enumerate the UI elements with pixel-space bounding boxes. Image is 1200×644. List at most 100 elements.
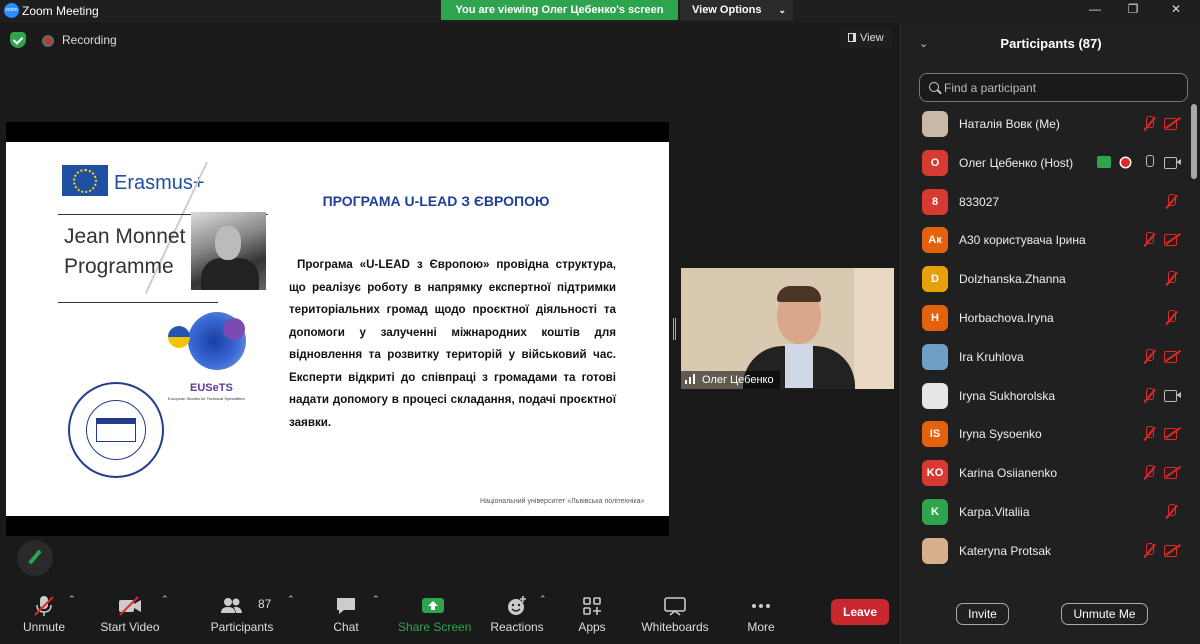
chat-icon (337, 598, 355, 614)
video-camera-icon (1164, 156, 1181, 169)
slide-title: ПРОГРАМА U-LEAD З ЄВРОПОЮ (322, 193, 550, 209)
search-icon (929, 82, 939, 92)
university-seal (68, 382, 164, 478)
participant-list-scrollbar[interactable] (1191, 104, 1197, 179)
mic-muted-icon (1142, 116, 1156, 131)
participant-avatar: KO (922, 460, 948, 487)
video-camera-off-icon (1164, 466, 1181, 480)
whiteboards-button[interactable]: Whiteboards (638, 588, 712, 644)
mic-muted-icon (1142, 465, 1156, 480)
participant-row[interactable]: D Dolzhanska.Zhanna (901, 259, 1191, 298)
start-video-button[interactable]: Start Video (96, 588, 164, 644)
participants-panel: ⌄ Participants (87) Наталія Вовк (Me)ООл… (900, 22, 1200, 644)
participant-avatar (922, 343, 948, 370)
participant-row[interactable]: IS Iryna Sysoenko (901, 414, 1191, 453)
participant-row[interactable]: Наталія Вовк (Me) (901, 104, 1191, 143)
participants-label: Participants (210, 620, 274, 634)
view-label: View (860, 32, 884, 44)
screen-share-icon (1097, 155, 1111, 168)
participant-row[interactable]: 8 833027 (901, 182, 1191, 221)
jean-monnet-portrait (191, 212, 266, 290)
share-screen-button[interactable]: Share Screen (398, 588, 472, 644)
video-camera-icon (1164, 389, 1181, 402)
view-button[interactable]: View (840, 28, 892, 48)
share-screen-label: Share Screen (398, 620, 472, 634)
view-options-label: View Options (692, 4, 762, 16)
participant-avatar: D (922, 266, 948, 293)
participant-row[interactable]: Kateryna Protsak (901, 531, 1191, 570)
annotate-pencil-icon[interactable] (17, 540, 53, 576)
participant-row[interactable]: О Олег Цебенко (Host) (901, 143, 1191, 182)
participant-name: Horbachova.Iryna (959, 311, 1054, 325)
zoom-logo-icon: zoom (4, 3, 19, 18)
participants-count: 87 (258, 597, 272, 611)
reactions-smiley-icon (508, 596, 526, 615)
chat-button[interactable]: Chat (326, 588, 366, 644)
speaker-video-tile[interactable]: Олег Цебенко (681, 268, 894, 389)
chat-label: Chat (333, 620, 359, 634)
apps-button[interactable]: Apps (570, 588, 614, 644)
unmute-label: Unmute (22, 620, 66, 634)
participants-button[interactable]: 87 Participants (206, 588, 278, 644)
recording-icon (42, 35, 54, 47)
reactions-caret-icon[interactable]: ⌃ (539, 594, 547, 605)
unmute-button[interactable]: Unmute (14, 588, 74, 644)
participant-name: Олег Цебенко (Host) (959, 155, 1074, 170)
participant-avatar (922, 382, 948, 409)
participant-name: Наталія Вовк (Me) (959, 117, 1060, 131)
slide-body: Програма «U-LEAD з Європою» провідна стр… (289, 258, 616, 429)
participant-name: Iryna Sysoenko (959, 427, 1042, 442)
invite-button[interactable]: Invite (956, 603, 1009, 625)
euset-logo-text: EUSeTS (190, 382, 233, 394)
video-name: Олег Цебенко (702, 374, 774, 386)
mic-muted-icon (34, 596, 54, 616)
participant-search-input[interactable] (944, 79, 1174, 96)
mic-muted-icon (1142, 387, 1156, 403)
video-camera-off-icon (1164, 117, 1181, 130)
mic-muted-icon (1164, 193, 1178, 209)
video-camera-off-icon (1164, 233, 1181, 247)
unmute-me-button[interactable]: Unmute Me (1061, 603, 1148, 625)
participant-list[interactable]: Наталія Вовк (Me) О Олег Цебенко (Host) 8 83… (901, 104, 1200, 584)
chat-caret-icon[interactable]: ⌃ (372, 594, 380, 605)
apps-icon (583, 597, 601, 615)
participant-name: 833027 (959, 194, 1000, 209)
meeting-toolbar: Unmute ⌃ Start Video ⌃ 87 Participants ⌃… (0, 588, 900, 644)
participant-row[interactable]: Ак А30 користувача Ірина (901, 220, 1191, 259)
video-camera-off-icon (1164, 544, 1181, 557)
slide-footer: Національний університет «Львівська полі… (480, 498, 645, 505)
participant-row[interactable]: Ira Kruhlova (901, 337, 1191, 376)
mic-muted-icon (1164, 271, 1178, 286)
participants-caret-icon[interactable]: ⌃ (287, 594, 295, 605)
participant-row[interactable]: K Karpa.Vitaliia (901, 492, 1191, 531)
whiteboards-label: Whiteboards (641, 620, 709, 634)
view-options-button[interactable]: View Options ⌄ (680, 0, 793, 20)
title-bar: zoom Zoom Meeting You are viewing Олег Ц… (0, 0, 1200, 22)
more-button[interactable]: More (740, 588, 782, 644)
start-video-label: Start Video (100, 620, 160, 634)
presentation-slide: Erasmus+ Jean Monnet Programme EUSeTS Eu… (6, 142, 669, 516)
participant-name: А30 користувача Ірина (959, 233, 1086, 248)
video-options-caret-icon[interactable]: ⌃ (161, 594, 169, 605)
reactions-label: Reactions (490, 620, 544, 634)
share-screen-icon (422, 598, 444, 613)
participant-row[interactable]: KO Karina Osiianenko (901, 453, 1191, 492)
close-icon[interactable]: ✕ (1168, 2, 1184, 18)
euset-logo (168, 312, 253, 382)
restore-icon[interactable]: ❐ (1125, 2, 1141, 18)
view-layout-icon (848, 33, 856, 42)
leave-button[interactable]: Leave (831, 599, 889, 625)
minimize-icon[interactable]: — (1087, 2, 1103, 18)
participant-name: Karina Osiianenko (959, 466, 1058, 481)
more-label: More (747, 620, 775, 634)
shared-screen: Erasmus+ Jean Monnet Programme EUSeTS Eu… (6, 122, 669, 536)
audio-options-caret-icon[interactable]: ⌃ (68, 594, 76, 605)
participant-name: Dolzhanska.Zhanna (959, 272, 1066, 287)
security-shield-icon[interactable] (10, 32, 26, 48)
resize-handle[interactable] (673, 318, 676, 340)
reactions-button[interactable]: Reactions (488, 588, 546, 644)
participant-row[interactable]: H Horbachova.Iryna (901, 298, 1191, 337)
participant-row[interactable]: Iryna Sukhorolska (901, 376, 1191, 415)
participant-search[interactable] (919, 73, 1188, 102)
participant-avatar: Ак (922, 227, 948, 254)
